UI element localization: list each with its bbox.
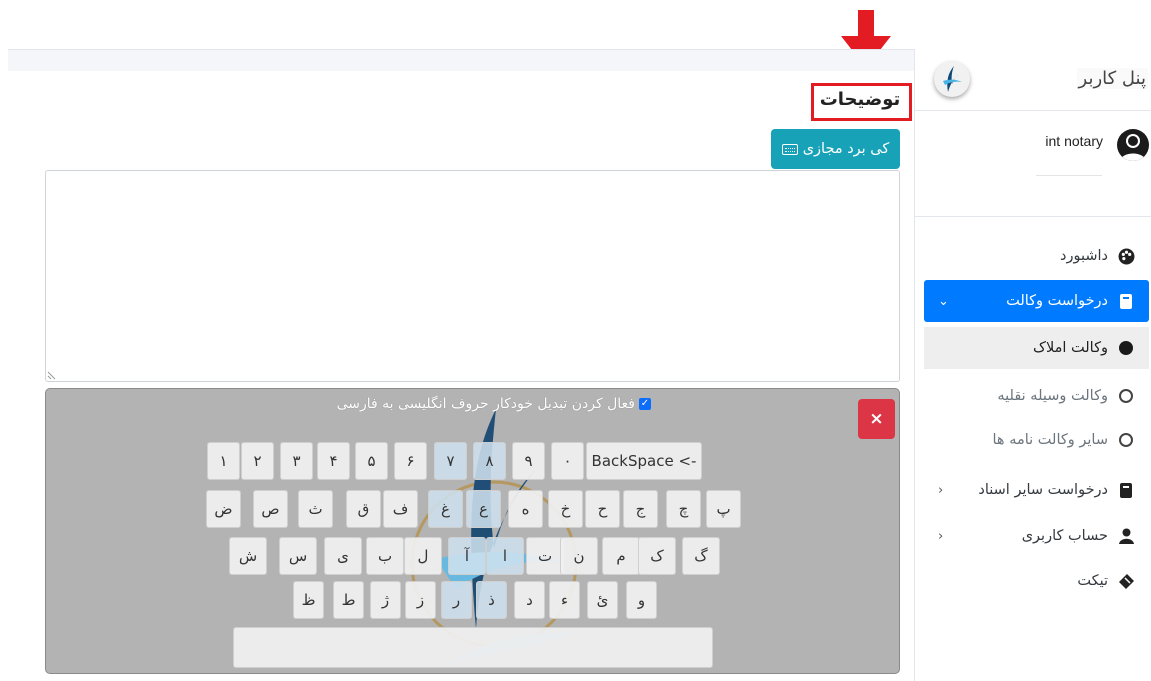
key-backspace[interactable]: BackSpace <-: [586, 442, 702, 480]
key-space[interactable]: [233, 627, 713, 668]
key-letter[interactable]: ص: [253, 490, 288, 528]
virtual-keyboard-panel: × ✓ فعال کردن تبدیل خودکار حروف انگلیسی …: [45, 388, 900, 674]
brand-title: پنل کاربر: [1076, 68, 1148, 89]
key-letter[interactable]: س: [279, 537, 317, 575]
key-letter[interactable]: ث: [298, 490, 333, 528]
key-letter[interactable]: ض: [206, 490, 241, 528]
palette-icon: [1117, 247, 1135, 265]
virtual-keyboard-button-label: کی برد مجازی: [802, 141, 890, 157]
sidebar: پنل کاربر int notary داشبورد درخواست وکا…: [914, 49, 1151, 681]
key-digit[interactable]: ٢: [241, 442, 274, 480]
key-letter[interactable]: ن: [560, 537, 598, 575]
book-icon: [1117, 481, 1135, 499]
key-digit[interactable]: ۴: [317, 442, 350, 480]
key-letter[interactable]: ف: [383, 490, 418, 528]
user-panel: int notary: [915, 111, 1151, 217]
key-letter[interactable]: ذ: [476, 581, 507, 619]
key-letter[interactable]: ا: [486, 537, 524, 575]
sidebar-item-label: درخواست وکالت: [1006, 293, 1108, 309]
sidebar-item-property-attorney[interactable]: وکالت املاک: [924, 327, 1149, 369]
sidebar-item-ticket[interactable]: تیکت: [924, 560, 1149, 602]
resize-handle[interactable]: [47, 370, 57, 380]
key-digit[interactable]: ٧: [434, 442, 467, 480]
key-letter[interactable]: ئ: [587, 581, 618, 619]
key-letter[interactable]: غ: [428, 490, 463, 528]
sidebar-item-power-of-attorney-request[interactable]: درخواست وکالت ⌄: [924, 280, 1149, 322]
ticket-icon: [1117, 572, 1135, 590]
sidebar-item-label: تیکت: [1077, 573, 1108, 589]
sidebar-item-vehicle-attorney[interactable]: وکالت وسیله نقلیه: [924, 375, 1149, 417]
key-letter[interactable]: ب: [366, 537, 404, 575]
keyboard-icon: [781, 143, 798, 155]
sidebar-item-label: درخواست سایر اسناد: [978, 482, 1108, 498]
key-letter[interactable]: ظ: [293, 581, 324, 619]
chevron-right-icon: ›: [938, 482, 944, 498]
circle-filled-icon: [1117, 339, 1135, 357]
sidebar-item-other-documents-request[interactable]: درخواست سایر اسناد ›: [924, 469, 1149, 511]
key-digit[interactable]: ۵: [355, 442, 388, 480]
sidebar-item-user-account[interactable]: حساب کاربری ›: [924, 515, 1149, 557]
key-letter[interactable]: خ: [548, 490, 583, 528]
close-keyboard-button[interactable]: ×: [858, 399, 895, 439]
key-digit[interactable]: ۶: [394, 442, 427, 480]
key-letter[interactable]: ه: [508, 490, 543, 528]
key-letter[interactable]: د: [514, 581, 545, 619]
key-letter[interactable]: ل: [404, 537, 442, 575]
chevron-down-icon: ⌄: [938, 293, 949, 309]
brand[interactable]: پنل کاربر: [915, 49, 1151, 111]
section-title: توضیحات: [819, 89, 901, 110]
user-icon: [1117, 527, 1135, 545]
key-letter[interactable]: ی: [324, 537, 362, 575]
key-letter[interactable]: ش: [229, 537, 267, 575]
key-letter[interactable]: ح: [585, 490, 620, 528]
key-letter[interactable]: ء: [549, 581, 580, 619]
sidebar-item-label: وکالت وسیله نقلیه: [997, 388, 1108, 404]
checkbox-checked-icon[interactable]: ✓: [639, 398, 651, 410]
key-digit[interactable]: ٨: [473, 442, 506, 480]
key-letter[interactable]: م: [602, 537, 640, 575]
key-letter[interactable]: ک: [638, 537, 676, 575]
description-textarea[interactable]: [45, 170, 900, 382]
avatar[interactable]: [1117, 129, 1149, 161]
key-digit[interactable]: ١: [207, 442, 240, 480]
key-letter[interactable]: ز: [405, 581, 436, 619]
key-digit[interactable]: ٣: [280, 442, 313, 480]
circle-icon: [1117, 431, 1135, 449]
key-digit[interactable]: ٠: [551, 442, 584, 480]
auto-convert-label: فعال کردن تبدیل خودکار حروف انگلیسی به ف…: [336, 396, 635, 412]
sidebar-item-label: داشبورد: [1060, 248, 1108, 264]
key-letter[interactable]: گ: [682, 537, 720, 575]
key-letter[interactable]: ق: [346, 490, 381, 528]
sidebar-item-dashboard[interactable]: داشبورد: [924, 235, 1149, 277]
sidebar-item-label: حساب کاربری: [1021, 528, 1108, 544]
key-digit[interactable]: ٩: [512, 442, 545, 480]
key-letter[interactable]: ژ: [370, 581, 401, 619]
sidebar-item-other-attorneys[interactable]: سایر وکالت نامه ها: [924, 419, 1149, 461]
user-name[interactable]: int notary: [1045, 133, 1103, 149]
key-letter[interactable]: ج: [623, 490, 658, 528]
key-letter[interactable]: ر: [441, 581, 472, 619]
key-letter[interactable]: چ: [666, 490, 701, 528]
auto-convert-toggle[interactable]: ✓ فعال کردن تبدیل خودکار حروف انگلیسی به…: [291, 396, 651, 412]
divider: [1036, 175, 1102, 176]
key-letter[interactable]: پ: [706, 490, 741, 528]
book-icon: [1117, 292, 1135, 310]
key-letter[interactable]: آ: [448, 537, 486, 575]
close-icon: ×: [869, 409, 884, 429]
brand-logo: [934, 61, 970, 97]
virtual-keyboard-button[interactable]: کی برد مجازی: [771, 129, 900, 169]
key-letter[interactable]: ط: [333, 581, 364, 619]
key-letter[interactable]: ع: [466, 490, 501, 528]
sidebar-item-label: سایر وکالت نامه ها: [992, 432, 1108, 448]
chevron-right-icon: ›: [938, 528, 944, 544]
key-letter[interactable]: و: [626, 581, 657, 619]
key-letter[interactable]: ت: [526, 537, 564, 575]
sidebar-item-label: وکالت املاک: [1032, 340, 1108, 356]
circle-icon: [1117, 387, 1135, 405]
